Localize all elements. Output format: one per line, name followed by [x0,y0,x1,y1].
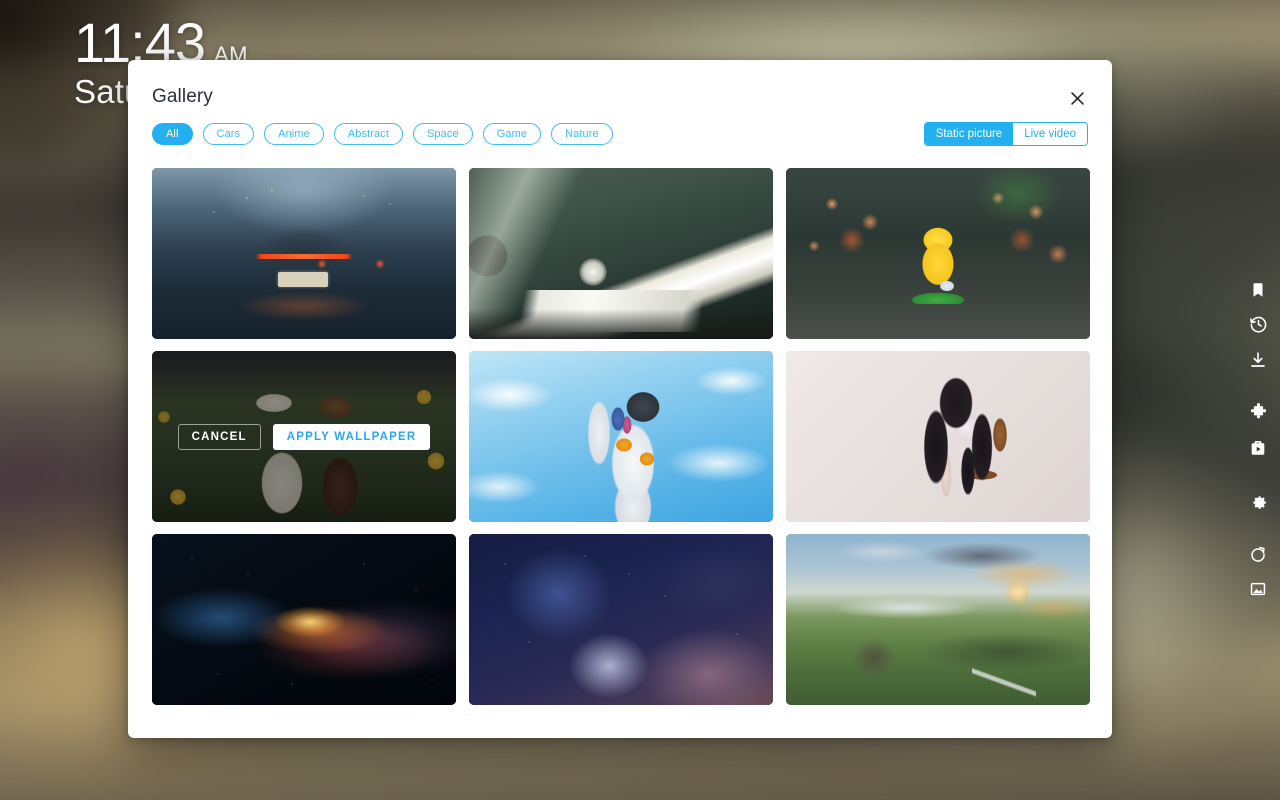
thumbnail-image [469,168,773,339]
page-title: Gallery [152,86,213,107]
wallpaper-thumb-couple-sunflower-field[interactable]: CANCEL APPLY WALLPAPER [152,351,456,522]
selected-tile-overlay: CANCEL APPLY WALLPAPER [152,351,456,522]
category-chip-abstract[interactable]: Abstract [333,123,403,145]
wallpaper-mode-toggle: Static picture Live video [923,122,1088,146]
wallpaper-image-icon[interactable] [1238,571,1278,606]
cancel-button[interactable]: CANCEL [177,423,261,450]
thumbnail-image [152,168,456,339]
wallpaper-grid: CANCEL APPLY WALLPAPER [128,146,1112,738]
thumbnail-image [786,168,1090,339]
wallpaper-thumb-milky-way-core[interactable] [152,534,456,705]
wallpaper-thumb-highland-sunset[interactable] [786,534,1090,705]
category-chip-space[interactable]: Space [413,123,473,145]
category-chip-cars[interactable]: Cars [202,123,255,145]
wallpaper-thumb-pikachu-sparklers[interactable] [786,168,1090,339]
apply-wallpaper-button[interactable]: APPLY WALLPAPER [272,423,431,450]
category-chip-group: All Cars Anime Abstract Space Game Natur… [152,123,613,145]
wallpaper-thumb-starry-night-sky[interactable] [469,534,773,705]
side-icon-rail [1236,272,1280,606]
downloads-icon[interactable] [1238,342,1278,377]
wallpaper-thumb-classic-muscle-car[interactable] [469,168,773,339]
dialog-header: Gallery [128,60,1112,108]
thumbnail-image [786,351,1090,522]
category-chip-anime[interactable]: Anime [264,123,324,145]
wallpaper-thumb-anime-figure-chair[interactable] [786,351,1090,522]
thumbnail-image [469,534,773,705]
category-chip-all[interactable]: All [152,123,193,145]
media-apps-icon[interactable] [1238,430,1278,465]
thumbnail-image [469,351,773,522]
refresh-icon[interactable] [1238,536,1278,571]
mode-option-static-picture[interactable]: Static picture [924,123,1014,145]
wallpaper-thumb-porsche-night-street[interactable] [152,168,456,339]
history-icon[interactable] [1238,307,1278,342]
thumbnail-image [152,534,456,705]
category-chip-nature[interactable]: Nature [551,123,613,145]
gallery-dialog: Gallery All Cars Anime Abstract Space Ga… [128,60,1112,738]
settings-gear-icon[interactable] [1238,483,1278,518]
mode-option-live-video[interactable]: Live video [1013,123,1087,145]
filter-bar: All Cars Anime Abstract Space Game Natur… [128,108,1112,146]
wallpaper-thumb-gundam-statue[interactable] [469,351,773,522]
category-chip-game[interactable]: Game [482,123,542,145]
extensions-icon[interactable] [1238,395,1278,430]
close-icon[interactable] [1061,82,1093,114]
thumbnail-image [786,534,1090,705]
bookmarks-icon[interactable] [1238,272,1278,307]
